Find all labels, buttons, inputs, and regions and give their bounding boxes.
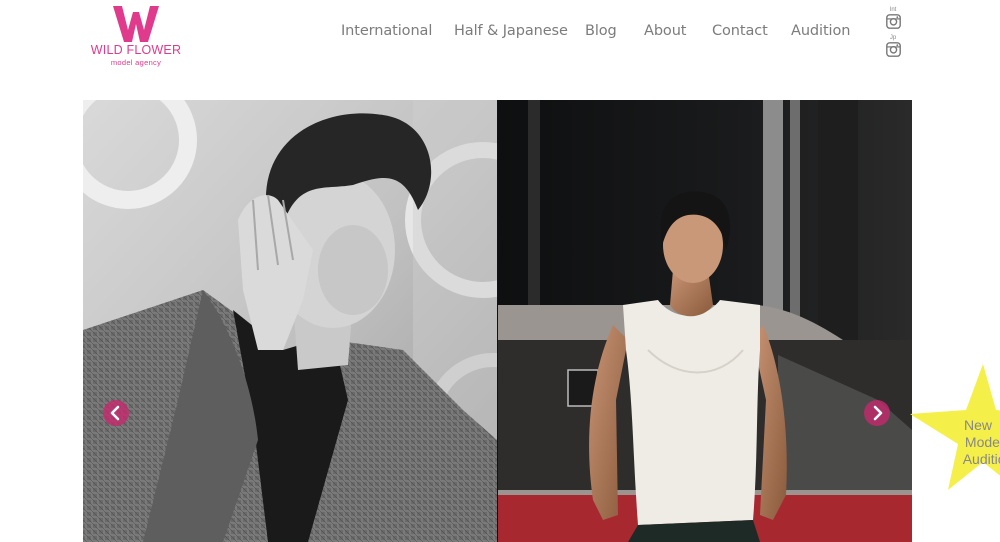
- new-model-audition-badge[interactable]: New Model Audition: [906, 362, 1000, 512]
- social-tag-jp: Jp: [889, 35, 897, 41]
- slider-prev-button[interactable]: [103, 400, 129, 426]
- instagram-icon: [885, 14, 901, 29]
- instagram-icon: [885, 42, 901, 57]
- brand-name: WILD FLOWER: [90, 43, 182, 57]
- slide-model-color[interactable]: [498, 100, 912, 542]
- social-instagram-int[interactable]: Int: [884, 7, 902, 29]
- brand-tagline: model agency: [110, 58, 162, 67]
- model-photo-bw: [83, 100, 497, 542]
- nav-item-about[interactable]: About: [644, 23, 686, 39]
- hero-slider[interactable]: [83, 100, 912, 542]
- nav-item-half-japanese[interactable]: Half & Japanese: [454, 23, 568, 39]
- logo-w-mark: [113, 6, 159, 42]
- nav-item-blog[interactable]: Blog: [585, 23, 617, 39]
- social-tag-int: Int: [889, 7, 897, 13]
- page: WILD FLOWER model agency International H…: [0, 0, 1000, 542]
- badge-line-1: New: [963, 417, 992, 433]
- chevron-left-icon: [110, 405, 120, 421]
- chevron-right-icon: [873, 405, 883, 421]
- brand-logo[interactable]: WILD FLOWER model agency: [88, 6, 184, 70]
- nav-item-international[interactable]: International: [341, 23, 432, 39]
- badge-line-3: Audition: [962, 451, 1000, 467]
- slide-model-bw[interactable]: [83, 100, 497, 542]
- nav-item-audition[interactable]: Audition: [791, 23, 850, 39]
- social-instagram-jp[interactable]: Jp: [884, 35, 902, 57]
- model-photo-color: [498, 100, 912, 542]
- badge-line-2: Model: [964, 434, 1000, 450]
- slider-next-button[interactable]: [864, 400, 890, 426]
- nav-item-contact[interactable]: Contact: [712, 23, 768, 39]
